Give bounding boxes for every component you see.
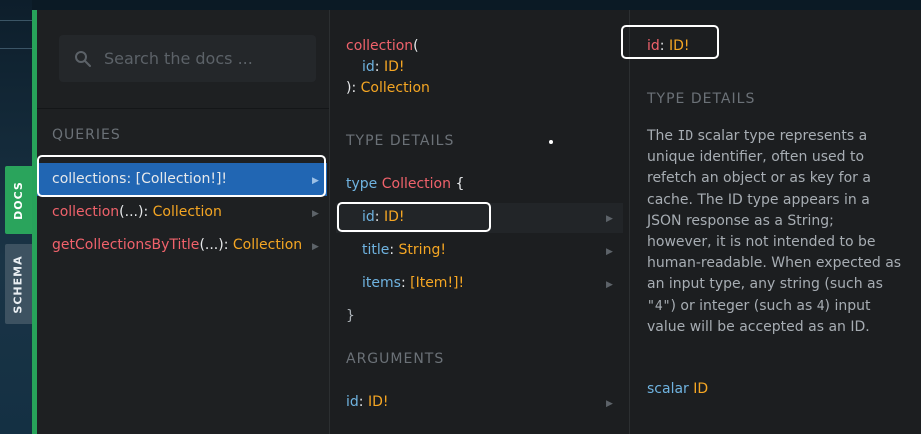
type-keyword: type (346, 176, 378, 192)
field-name: items (362, 275, 401, 291)
field-type: [Item!]! (410, 275, 465, 291)
chevron-right-icon: ▶ (312, 209, 319, 219)
argument-row-id[interactable]: id: ID! (346, 394, 388, 410)
query-name: getCollectionsByTitle (52, 237, 200, 253)
schema-tab[interactable]: SCHEMA (5, 244, 32, 324)
desc-code: "4" (647, 298, 671, 314)
query-type: Collection (152, 204, 222, 220)
chevron-right-icon: ▶ (606, 214, 613, 224)
top-strip (32, 0, 921, 10)
desc-text: ) or integer (such as (670, 297, 817, 314)
desc-text: The (647, 128, 678, 144)
argument-name: id (346, 394, 359, 410)
desc-code: ID (677, 129, 694, 144)
field-row-items[interactable]: items: [Item!]! (362, 275, 464, 291)
field-name: collection (346, 38, 414, 54)
schema-tab-label: SCHEMA (12, 254, 25, 314)
docs-accent-bar (32, 10, 37, 434)
field-type: String! (398, 242, 446, 258)
highlight-box (37, 155, 326, 197)
chevron-right-icon: ▶ (606, 247, 613, 257)
field-signature-name: collection( (346, 38, 419, 54)
docs-tab-label: DOCS (12, 180, 25, 220)
open-brace: { (455, 176, 465, 192)
search-separator (37, 108, 329, 109)
column-divider (329, 10, 330, 434)
field-signature-arg: id: ID! (362, 59, 404, 75)
type-declaration: type Collection { (346, 176, 464, 192)
strip-divider (0, 48, 32, 49)
field-signature-return: ): Collection (346, 80, 430, 96)
scalar-declaration: scalar ID (647, 381, 708, 397)
query-type: Collection (232, 237, 303, 253)
chevron-right-icon: ▶ (606, 280, 613, 290)
query-args: (...) (119, 204, 144, 220)
return-sep: : (351, 80, 361, 96)
field-name: title (362, 242, 390, 258)
field-row-title[interactable]: title: String! (362, 242, 446, 258)
highlight-box (621, 25, 719, 59)
query-sep: : (143, 204, 153, 220)
cursor-dot (549, 140, 553, 144)
arg-name: id (362, 59, 375, 75)
close-brace: } (346, 308, 355, 324)
argument-sep: : (358, 394, 368, 410)
desc-code: 4 (816, 298, 825, 314)
type-details-title: TYPE DETAILS (346, 133, 455, 149)
column-divider (629, 10, 630, 434)
chevron-right-icon: ▶ (606, 399, 613, 409)
query-item-collection[interactable]: collection(...): Collection (52, 204, 222, 220)
id-description: The ID scalar type represents a unique i… (647, 126, 902, 338)
query-name: collection (52, 204, 120, 220)
return-type[interactable]: Collection (361, 80, 430, 96)
query-args: (...) (199, 237, 224, 253)
argument-type: ID! (367, 394, 389, 410)
scalar-keyword: scalar (647, 381, 689, 397)
open-paren: ( (413, 38, 419, 54)
search-icon (75, 51, 91, 67)
field-sep: : (389, 242, 399, 258)
field-sep: : (400, 275, 411, 291)
desc-text: scalar type represents a unique identifi… (647, 128, 902, 293)
type-name: Collection (381, 176, 451, 192)
strip-divider (0, 20, 32, 21)
chevron-right-icon: ▶ (312, 242, 319, 252)
arguments-title: ARGUMENTS (346, 351, 445, 367)
queries-title: QUERIES (52, 127, 121, 143)
arg-sep: : (374, 59, 384, 75)
arg-type[interactable]: ID! (384, 59, 405, 75)
query-sep: : (223, 237, 233, 253)
scalar-name: ID (693, 381, 709, 397)
highlight-box (337, 202, 491, 232)
docs-tab[interactable]: DOCS (5, 166, 32, 234)
id-type-details-title: TYPE DETAILS (647, 91, 756, 107)
search-input[interactable] (104, 46, 304, 70)
query-item-get-collections-by-title[interactable]: getCollectionsByTitle(...): Collection (52, 237, 302, 253)
